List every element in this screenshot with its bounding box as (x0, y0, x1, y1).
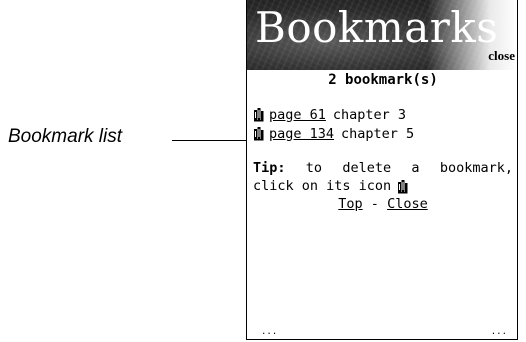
bookmark-list-callout-label: Bookmark list (8, 126, 123, 147)
bookmark-icon (397, 179, 408, 194)
tip-word: bookmark, (439, 160, 513, 176)
tip-line-2-text: click on its icon (253, 178, 392, 194)
bookmark-chapter: chapter 5 (341, 125, 415, 142)
bookmark-row: page 134 chapter 5 (253, 124, 513, 143)
bookmark-count: 2 bookmark(s) (328, 72, 438, 88)
bookmark-page-link[interactable]: page 61 (269, 106, 326, 124)
bookmark-list: page 61 chapter 3 page 134 chapter 5 (253, 105, 513, 143)
tip-word: delete (342, 160, 392, 176)
page-title: Bookmarks (255, 3, 499, 52)
tip-word: a (411, 160, 420, 176)
close-button[interactable]: close (488, 48, 515, 64)
footer-right-dots: ... (490, 327, 507, 337)
bookmark-chapter: chapter 3 (332, 106, 407, 123)
top-link[interactable]: Top (338, 196, 362, 212)
tip-text: Tip: to delete a bookmark, click on its … (253, 159, 513, 195)
tip-word: to (305, 160, 323, 176)
tip-label: Tip: (253, 160, 286, 176)
bookmarks-content: 2 bookmark(s) page 61 chapter 3 page 134… (253, 70, 513, 213)
close-link[interactable]: Close (387, 196, 428, 212)
bookmarks-banner: Bookmarks close (247, 0, 517, 70)
nav-separator: - (362, 196, 388, 212)
bookmark-row: page 61 chapter 3 (253, 105, 513, 124)
device-screen: Bookmarks close 2 bookmark(s) page 61 ch… (246, 0, 518, 340)
bookmark-icon[interactable] (253, 107, 264, 122)
tip-line-2: click on its icon (253, 177, 513, 195)
page-nav: Top - Close (253, 195, 513, 213)
callout-leader-line (172, 140, 246, 141)
bookmark-page-link[interactable]: page 134 (269, 125, 334, 143)
footer-left-dots: ... (261, 327, 278, 337)
tip-line-1: Tip: to delete a bookmark, (253, 159, 513, 177)
bookmark-icon[interactable] (253, 126, 264, 141)
